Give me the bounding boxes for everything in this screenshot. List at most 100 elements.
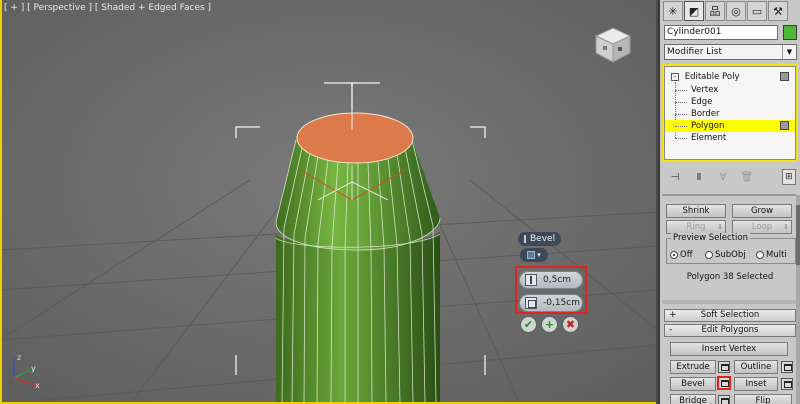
- viewport-label-menu[interactable]: [ + ] [ Perspective ] [ Shaded + Edged F…: [4, 3, 211, 13]
- bevel-height-field[interactable]: 0,5cm: [519, 271, 583, 289]
- edit-polygons-rollout[interactable]: - Edit Polygons: [664, 324, 796, 337]
- bridge-settings-icon[interactable]: [718, 395, 730, 404]
- caddy-grip-icon: [524, 235, 526, 243]
- caddy-fields-highlight: 0,5cm -0,15cm: [515, 266, 587, 314]
- flip-button[interactable]: Flip: [734, 394, 792, 404]
- extrude-button[interactable]: Extrude: [670, 360, 716, 374]
- stack-item-element[interactable]: Element: [665, 132, 795, 144]
- modifier-list-label: Modifier List: [667, 47, 722, 57]
- stack-toggle-icon[interactable]: [780, 72, 789, 81]
- configure-modifier-sets-icon[interactable]: ⊞: [781, 169, 797, 185]
- bevel-type-dropdown[interactable]: ▾: [520, 248, 548, 262]
- stack-item-vertex[interactable]: Vertex: [665, 84, 795, 96]
- insert-vertex-button[interactable]: Insert Vertex: [670, 342, 788, 356]
- make-unique-icon[interactable]: ∀: [716, 169, 730, 185]
- caddy-buttons: ✔ + ✖: [520, 316, 579, 333]
- caddy-title[interactable]: Bevel: [518, 232, 562, 246]
- chevron-down-icon: ▼: [782, 45, 796, 59]
- stack-item-label: Border: [691, 109, 720, 119]
- perspective-viewport[interactable]: z x y [ + ] [ Perspective ] [ Shaded + E…: [0, 0, 658, 404]
- cancel-button[interactable]: ✖: [562, 316, 579, 333]
- modifier-list-dropdown[interactable]: Modifier List ▼: [664, 44, 797, 60]
- radio-label: Off: [680, 250, 693, 260]
- extrude-settings-icon[interactable]: [718, 361, 730, 373]
- chevron-down-icon: ▾: [537, 251, 541, 259]
- rollout-label: Soft Selection: [700, 310, 760, 320]
- command-panel-tabs: ✳ ◩ 品 ◎ ▭ ⚒: [663, 1, 788, 21]
- preview-selection-group: Preview Selection Off SubObj Multi: [666, 233, 796, 264]
- display-icon[interactable]: ▭: [747, 1, 767, 21]
- inset-button[interactable]: Inset: [734, 377, 778, 391]
- axis-label-y: y: [31, 364, 36, 373]
- radio-dot: [705, 251, 713, 259]
- grow-button[interactable]: Grow: [732, 204, 792, 218]
- panel-divider: [662, 194, 796, 196]
- panel-scrollbar[interactable]: [796, 195, 800, 404]
- radio-dot: [756, 251, 764, 259]
- spinner-icon[interactable]: ⇕: [783, 221, 789, 233]
- inset-settings-icon[interactable]: [781, 378, 793, 390]
- viewcube-icon[interactable]: [590, 22, 636, 68]
- ring-button[interactable]: Ring ⇕: [666, 220, 726, 234]
- loop-button-label: Loop: [751, 222, 773, 232]
- stack-toolbar: ⊣ Ⅱ ∀ 🗑 ⊞: [664, 168, 797, 186]
- stack-item-label: Polygon: [691, 121, 725, 131]
- selected-top-polygon[interactable]: [296, 112, 414, 164]
- spinner-icon[interactable]: ⇕: [717, 221, 723, 233]
- apply-button[interactable]: +: [541, 316, 558, 333]
- scrollbar-thumb[interactable]: [796, 205, 800, 265]
- ring-button-label: Ring: [686, 222, 706, 232]
- outline-settings-icon[interactable]: [781, 361, 793, 373]
- stack-toggle-icon[interactable]: [780, 121, 789, 130]
- outline-icon: [525, 297, 537, 309]
- bevel-settings-icon[interactable]: [717, 376, 731, 390]
- remove-modifier-icon[interactable]: 🗑: [740, 169, 754, 185]
- pin-stack-icon[interactable]: ⊣: [668, 169, 682, 185]
- collapse-icon[interactable]: -: [671, 72, 679, 81]
- axis-label-x: x: [35, 381, 40, 390]
- bevel-outline-value: -0,15cm: [543, 298, 581, 308]
- radio-dot: [670, 251, 678, 259]
- expand-icon: +: [669, 310, 677, 320]
- create-icon[interactable]: ✳: [663, 1, 683, 21]
- show-end-result-icon[interactable]: Ⅱ: [692, 169, 706, 185]
- axis-label-z: z: [17, 353, 21, 362]
- collapse-icon: -: [669, 325, 673, 335]
- modifier-stack-highlight: - Editable Poly Vertex Edge Border Polyg…: [662, 64, 798, 162]
- command-panel: ✳ ◩ 品 ◎ ▭ ⚒ Cylinder001 Modifier List ▼ …: [658, 0, 800, 404]
- bridge-button[interactable]: Bridge: [670, 394, 716, 404]
- radio-label: SubObj: [715, 250, 746, 260]
- radio-label: Multi: [766, 250, 787, 260]
- preview-off-radio[interactable]: Off: [670, 250, 693, 260]
- ok-button[interactable]: ✔: [520, 316, 537, 333]
- bevel-button[interactable]: Bevel: [670, 377, 716, 391]
- outline-button[interactable]: Outline: [734, 360, 778, 374]
- object-color-swatch[interactable]: [783, 25, 797, 40]
- stack-item-label: Vertex: [691, 85, 719, 95]
- height-icon: [525, 274, 537, 286]
- preview-subobj-radio[interactable]: SubObj: [705, 250, 746, 260]
- bevel-caddy: Bevel ▾ 0,5cm -0,15cm ✔ + ✖: [515, 228, 598, 333]
- stack-item-polygon[interactable]: Polygon: [665, 120, 795, 132]
- shrink-button[interactable]: Shrink: [666, 204, 726, 218]
- soft-selection-rollout[interactable]: + Soft Selection: [664, 309, 796, 322]
- bevel-outline-field[interactable]: -0,15cm: [519, 294, 583, 312]
- modifier-stack: - Editable Poly Vertex Edge Border Polyg…: [664, 66, 796, 160]
- stack-item-label: Editable Poly: [684, 72, 740, 82]
- preview-selection-title: Preview Selection: [671, 233, 750, 243]
- stack-item-edge[interactable]: Edge: [665, 96, 795, 108]
- motion-icon[interactable]: ◎: [726, 1, 746, 21]
- utilities-icon[interactable]: ⚒: [768, 1, 788, 21]
- rollout-divider: [662, 300, 796, 304]
- bevel-height-value: 0,5cm: [543, 275, 572, 285]
- stack-item-label: Edge: [691, 97, 713, 107]
- hierarchy-icon[interactable]: 品: [705, 1, 725, 21]
- preview-multi-radio[interactable]: Multi: [756, 250, 787, 260]
- rollout-label: Edit Polygons: [701, 325, 759, 335]
- modify-icon[interactable]: ◩: [684, 1, 704, 21]
- stack-item-border[interactable]: Border: [665, 108, 795, 120]
- max-window: z x y [ + ] [ Perspective ] [ Shaded + E…: [0, 0, 800, 404]
- object-name-field[interactable]: Cylinder001: [664, 25, 778, 40]
- loop-button[interactable]: Loop ⇕: [732, 220, 792, 234]
- caddy-title-label: Bevel: [530, 234, 556, 244]
